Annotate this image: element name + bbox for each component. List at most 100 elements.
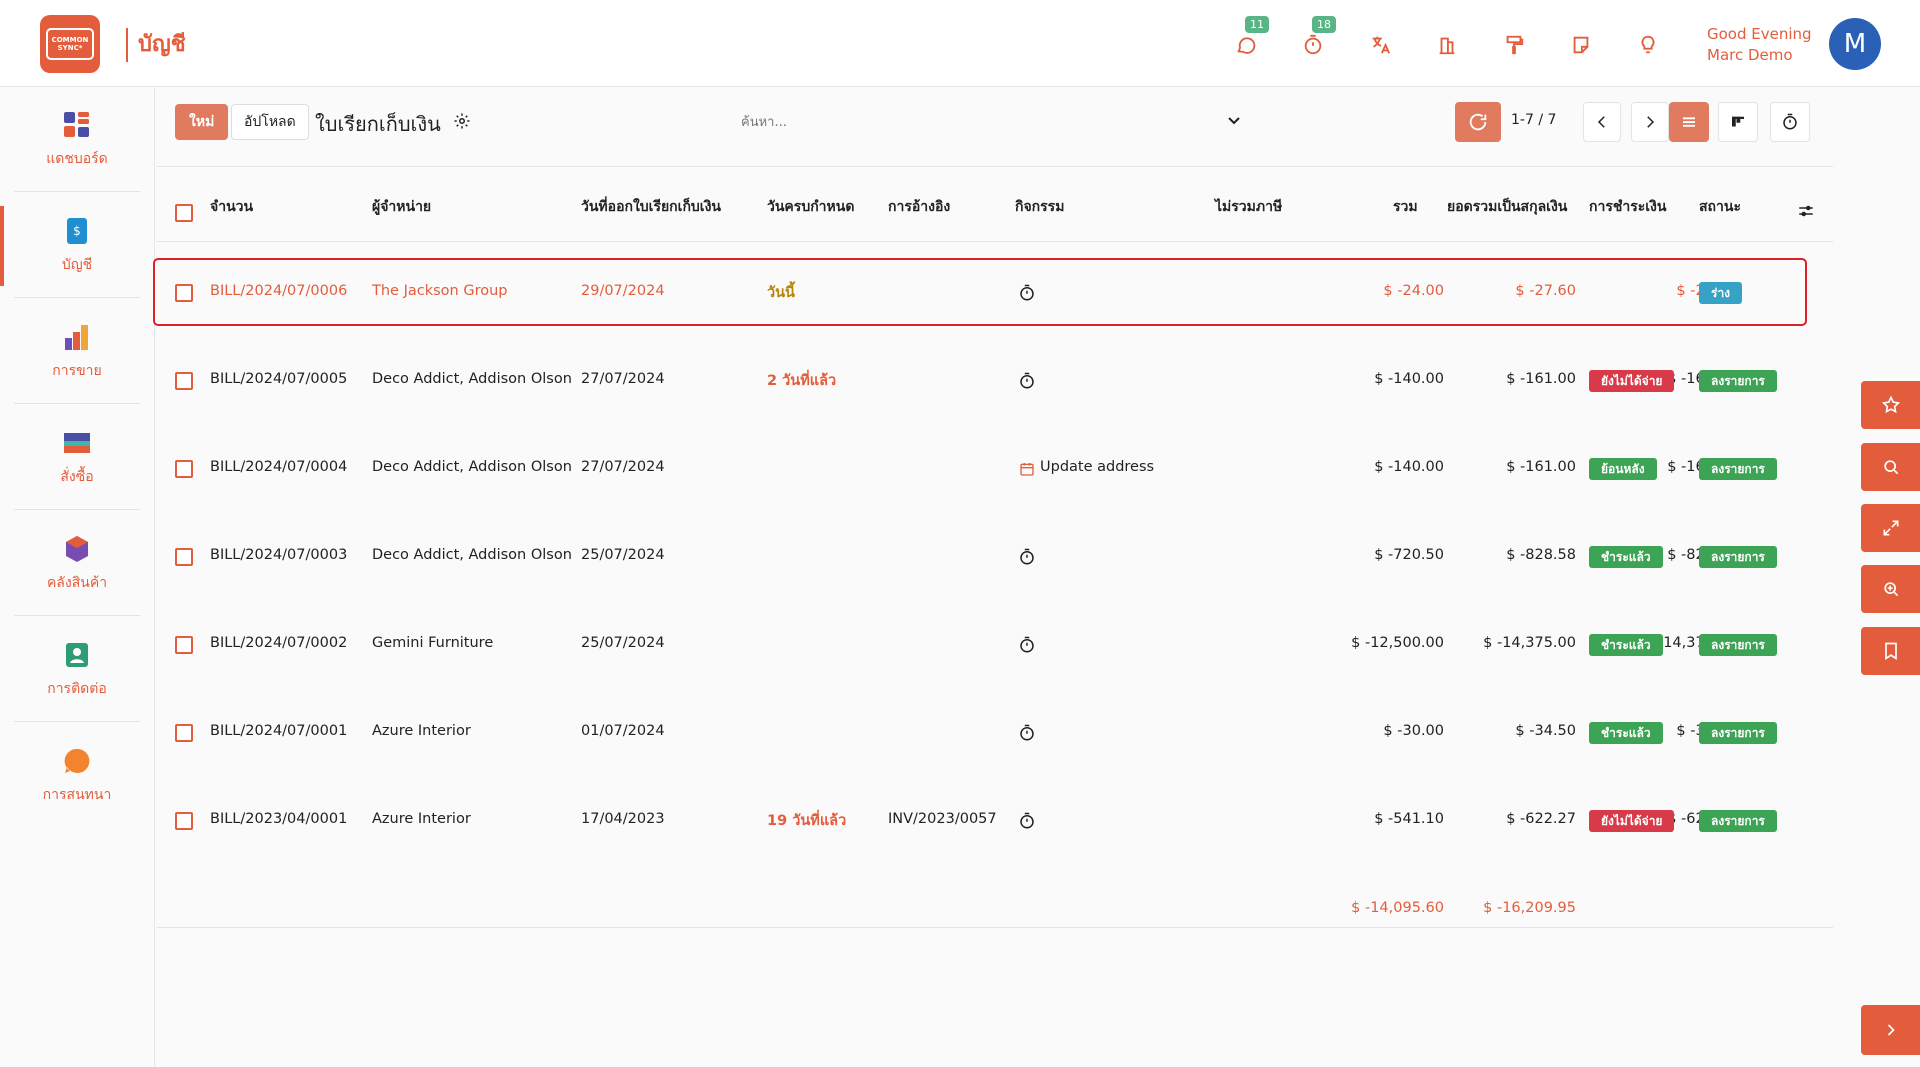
table-row[interactable]: BILL/2024/07/0004 Deco Addict, Addison O… (157, 424, 1833, 512)
table-row[interactable]: BILL/2024/07/0003 Deco Addict, Addison O… (157, 512, 1833, 600)
bill-number: BILL/2024/07/0006 (210, 283, 348, 299)
activity-clock-icon[interactable] (1018, 724, 1036, 742)
quick-search-button[interactable] (1861, 443, 1920, 491)
row-checkbox[interactable] (175, 372, 193, 390)
activity-clock-icon[interactable] (1018, 372, 1036, 390)
table-row[interactable]: BILL/2024/07/0001 Azure Interior 01/07/2… (157, 688, 1833, 776)
column-vendor[interactable]: ผู้จำหน่าย (372, 196, 431, 218)
total-amount: $ -27.60 (1515, 283, 1576, 299)
column-total-currency[interactable]: ยอดรวมเป็นสกุลเงิน (1447, 196, 1567, 218)
calendar-icon (1020, 463, 1034, 476)
vendor: Azure Interior (372, 723, 471, 739)
sidebar-item-label: บัญชี (61, 256, 93, 273)
bill-number: BILL/2024/07/0003 (210, 547, 348, 563)
pager-value[interactable]: 1-7 / 7 (1511, 112, 1556, 128)
vendor: Azure Interior (372, 811, 471, 827)
sidebar-item-sales[interactable]: การขาย (14, 300, 140, 404)
activity-clock-icon[interactable] (1018, 548, 1036, 566)
row-checkbox[interactable] (175, 284, 193, 302)
kanban-view-button[interactable] (1718, 102, 1758, 142)
column-number[interactable]: จำนวน (210, 196, 253, 218)
search-input[interactable] (737, 104, 1417, 140)
purchase-icon (64, 432, 90, 453)
bookmark-button[interactable] (1861, 627, 1920, 675)
pager-previous-button[interactable] (1583, 102, 1621, 142)
timer-icon (1304, 34, 1321, 55)
theme-button[interactable] (1480, 30, 1547, 60)
fullscreen-button[interactable] (1861, 504, 1920, 552)
refresh-button[interactable] (1455, 102, 1501, 142)
activity-clock-icon[interactable] (1018, 284, 1036, 302)
star-icon (1881, 395, 1900, 414)
sidebar-item-purchase[interactable]: สั่งซื้อ (14, 406, 140, 510)
total-amount: $ -161.00 (1506, 371, 1576, 387)
language-button[interactable] (1346, 30, 1413, 60)
activity-clock-icon[interactable] (1018, 812, 1036, 830)
row-checkbox[interactable] (175, 724, 193, 742)
expand-icon (1883, 520, 1898, 536)
svg-text:$: $ (73, 224, 81, 238)
logo-text-2: SYNC* (57, 44, 83, 52)
activity-view-button[interactable] (1770, 102, 1810, 142)
zoom-in-icon (1883, 582, 1898, 597)
sidebar-item-label: การสนทนา (42, 787, 112, 803)
column-payment[interactable]: การชำระเงิน (1589, 196, 1666, 218)
lightbulb-icon (1641, 35, 1654, 54)
column-reference[interactable]: การอ้างอิง (888, 196, 950, 218)
total-amount: $ -34.50 (1515, 723, 1576, 739)
chevron-down-icon[interactable] (1227, 116, 1241, 126)
bill-number: BILL/2024/07/0001 (210, 723, 348, 739)
due-date: 2 วันที่แล้ว (767, 373, 837, 389)
sidebar-item-dashboard[interactable]: แดชบอร์ด (14, 88, 140, 192)
row-checkbox[interactable] (175, 636, 193, 654)
status-badge: ลงรายการ (1699, 634, 1777, 656)
pager-next-button[interactable] (1631, 102, 1669, 142)
vendor: The Jackson Group (372, 283, 508, 299)
bill-date: 25/07/2024 (581, 547, 665, 563)
activity-clock-icon[interactable] (1018, 636, 1036, 654)
table-row[interactable]: BILL/2024/07/0005 Deco Addict, Addison O… (157, 336, 1833, 424)
column-due-date[interactable]: วันครบกำหนด (767, 196, 854, 218)
user-avatar[interactable]: M (1829, 18, 1881, 70)
notes-button[interactable] (1547, 30, 1614, 60)
sidebar-item-contacts[interactable]: การติดต่อ (14, 618, 140, 722)
vendor: Deco Addict, Addison Olson (372, 459, 572, 475)
row-checkbox[interactable] (175, 548, 193, 566)
activity-summary[interactable]: Update address (1040, 459, 1154, 475)
select-all-checkbox[interactable] (175, 204, 193, 222)
favorite-button[interactable] (1861, 381, 1920, 429)
column-activity[interactable]: กิจกรรม (1015, 196, 1064, 218)
app-logo[interactable]: COMMON SYNC* (40, 15, 100, 73)
activity-timer-button[interactable]: 18 (1279, 16, 1346, 60)
row-checkbox[interactable] (175, 812, 193, 830)
table-row[interactable]: BILL/2024/07/0002 Gemini Furniture 25/07… (157, 600, 1833, 688)
company-button[interactable] (1413, 30, 1480, 60)
sidebar-item-discuss[interactable]: การสนทนา (14, 724, 140, 828)
column-settings-icon[interactable] (1797, 202, 1815, 220)
column-status[interactable]: สถานะ (1699, 196, 1741, 218)
table-row[interactable]: BILL/2024/07/0006 The Jackson Group 29/0… (157, 248, 1833, 336)
sidebar-item-inventory[interactable]: คลังสินค้า (14, 512, 140, 616)
list-view-button[interactable] (1669, 102, 1709, 142)
sidebar-item-accounting[interactable]: $ บัญชี (14, 194, 140, 298)
zoom-button[interactable] (1861, 565, 1920, 613)
new-button[interactable]: ใหม่ (175, 104, 229, 140)
search-bar[interactable] (737, 104, 1417, 140)
column-untaxed[interactable]: ไม่รวมภาษี (1215, 196, 1282, 218)
gear-icon[interactable] (453, 112, 471, 130)
column-total[interactable]: รวม (1393, 196, 1418, 218)
chat-button[interactable]: 11 (1212, 16, 1279, 60)
upload-button[interactable]: อัปโหลด (231, 104, 309, 140)
column-bill-date[interactable]: วันที่ออกใบเรียกเก็บเงิน (581, 196, 721, 218)
row-checkbox[interactable] (175, 460, 193, 478)
greeting-text: Good Evening (1707, 25, 1812, 43)
untaxed-amount: $ -720.50 (1374, 547, 1444, 563)
table-row[interactable]: BILL/2023/04/0001 Azure Interior 17/04/2… (157, 776, 1833, 864)
timer-badge: 18 (1312, 16, 1336, 33)
chevron-right-icon (1887, 1024, 1895, 1036)
status-badge: ลงรายการ (1699, 458, 1777, 480)
greeting: Good Evening Marc Demo (1707, 24, 1812, 66)
expand-panel-button[interactable] (1861, 1005, 1920, 1055)
ideas-button[interactable] (1614, 30, 1681, 60)
chevron-right-icon (1647, 116, 1655, 128)
